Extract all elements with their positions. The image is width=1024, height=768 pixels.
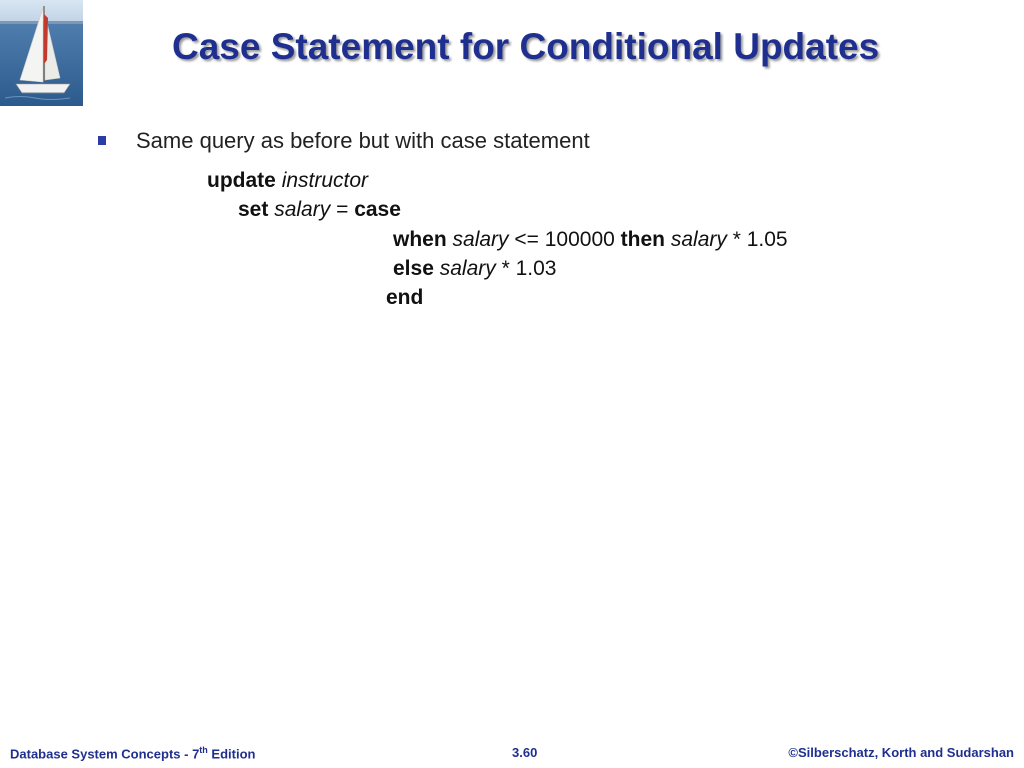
keyword-case: case [354,198,401,221]
identifier-instructor: instructor [281,169,369,192]
slide-title: Case Statement for Conditional Updates [172,26,880,67]
code-line-set: set salary = case [238,198,401,222]
footer-page-number: 3.60 [512,745,538,760]
footer-edition-superscript: th [199,745,208,755]
sailboat-logo-image [0,0,83,106]
identifier-salary: salary [439,257,496,280]
expression-text: * 1.05 [732,228,788,251]
keyword-set: set [238,198,269,221]
expression-text: * 1.03 [501,257,557,280]
code-line-update: update instructor [207,169,368,193]
footer-book-title: Database System Concepts - 7th Edition [10,745,255,761]
keyword-end: end [386,286,424,309]
keyword-else: else [393,257,434,280]
condition-text: <= 100000 [514,228,615,251]
keyword-update: update [207,169,276,192]
code-line-when: when salary <= 100000 then salary * 1.05 [393,228,788,252]
keyword-when: when [393,228,447,251]
footer-book-title-text: Database System Concepts - 7 [10,746,200,762]
footer-edition-text: Edition [207,746,256,762]
footer-copyright: ©Silberschatz, Korth and Sudarshan [788,745,1014,760]
code-line-else: else salary * 1.03 [393,257,556,281]
square-bullet-icon [98,136,106,145]
identifier-salary: salary [274,198,331,221]
bullet-text: Same query as before but with case state… [136,128,590,153]
identifier-salary: salary [670,228,727,251]
keyword-then: then [620,228,665,251]
code-line-end: end [386,286,423,310]
identifier-salary: salary [452,228,509,251]
operator-equals: = [336,198,349,221]
